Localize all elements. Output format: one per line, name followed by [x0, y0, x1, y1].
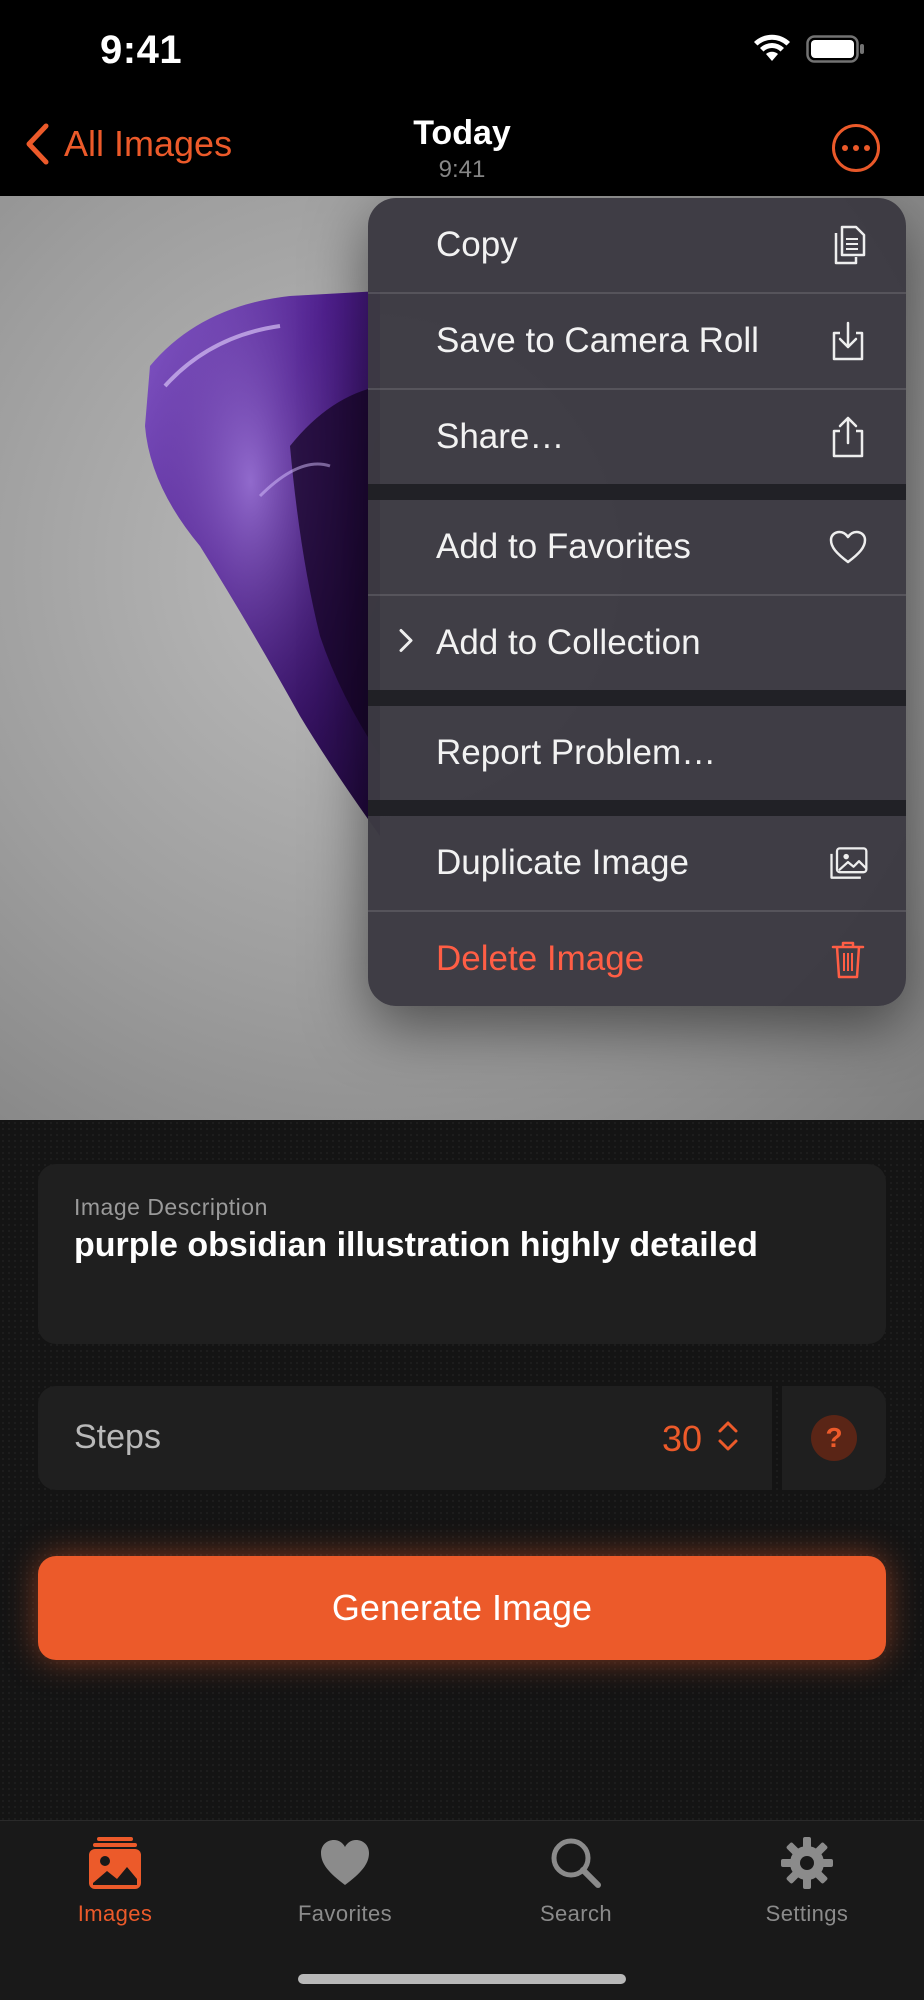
status-bar: 9:41 [0, 0, 924, 100]
save-download-icon [826, 319, 870, 363]
tab-label: Search [539, 1901, 613, 1926]
menu-item-label: Report Problem… [436, 733, 717, 772]
tab-images[interactable]: Images [25, 1835, 205, 1945]
trash-icon [826, 937, 870, 981]
menu-group-divider [368, 484, 906, 500]
chevron-right-icon [398, 628, 414, 659]
menu-item-save-to-camera-roll[interactable]: Save to Camera Roll [368, 294, 906, 388]
menu-item-copy[interactable]: Copy [368, 198, 906, 292]
duplicate-photos-icon [826, 841, 870, 885]
tab-search[interactable]: Search [486, 1835, 666, 1945]
menu-item-add-to-favorites[interactable]: Add to Favorites [368, 500, 906, 594]
chevron-up-down-icon [716, 1420, 740, 1457]
steps-help-button[interactable]: ? [782, 1386, 886, 1490]
tab-label: Images [77, 1901, 153, 1926]
menu-item-label: Share… [436, 417, 565, 456]
navigation-bar: All Images Today 9:41 [0, 100, 924, 196]
screen: 9:41 All Images Today 9:41 Copy Save to … [0, 0, 924, 2000]
menu-item-label: Duplicate Image [436, 843, 689, 882]
menu-item-label: Add to Collection [436, 623, 701, 662]
status-time: 9:41 [100, 28, 183, 72]
page-subtitle: 9:41 [438, 156, 486, 183]
heart-icon [321, 1840, 369, 1885]
home-indicator [298, 1974, 626, 1984]
context-menu: Copy Save to Camera Roll Share… Add to F… [368, 198, 906, 1006]
image-description-label: Image Description [74, 1194, 268, 1220]
menu-item-label: Delete Image [436, 939, 645, 978]
generation-panel: Image Description purple obsidian illust… [0, 1120, 924, 1820]
menu-item-report-problem[interactable]: Report Problem… [368, 706, 906, 800]
tab-favorites[interactable]: Favorites [255, 1835, 435, 1945]
gear-icon [781, 1837, 833, 1889]
menu-item-label: Save to Camera Roll [436, 321, 759, 360]
image-description-field[interactable]: Image Description purple obsidian illust… [38, 1164, 886, 1344]
tab-label: Favorites [297, 1901, 393, 1926]
menu-item-add-to-collection[interactable]: Add to Collection [368, 596, 906, 690]
help-icon: ? [811, 1415, 857, 1461]
images-icon [89, 1837, 141, 1889]
copy-icon [826, 223, 870, 267]
heart-outline-icon [826, 525, 870, 569]
tab-settings[interactable]: Settings [717, 1835, 897, 1945]
tab-label: Settings [765, 1901, 849, 1926]
menu-group-divider [368, 690, 906, 706]
steps-picker[interactable]: Steps 30 [38, 1386, 772, 1490]
menu-item-label: Add to Favorites [436, 527, 691, 566]
search-icon [551, 1838, 601, 1888]
more-options-button[interactable] [832, 124, 880, 172]
image-description-text: purple obsidian illustration highly deta… [74, 1226, 758, 1264]
wifi-icon [754, 34, 790, 61]
menu-item-label: Copy [436, 225, 518, 264]
menu-item-share[interactable]: Share… [368, 390, 906, 484]
battery-icon [806, 35, 864, 63]
menu-group-divider [368, 800, 906, 816]
generate-image-button[interactable]: Generate Image [38, 1556, 886, 1660]
menu-item-delete-image[interactable]: Delete Image [368, 912, 906, 1006]
steps-label: Steps [74, 1418, 161, 1456]
page-title: Today [413, 114, 511, 152]
tab-bar: Images Favorites Search Settings [0, 1820, 924, 2000]
status-icons [752, 34, 866, 64]
menu-item-duplicate-image[interactable]: Duplicate Image [368, 816, 906, 910]
share-icon [826, 415, 870, 459]
ellipsis-icon [842, 145, 870, 151]
steps-value: 30 [661, 1418, 702, 1459]
